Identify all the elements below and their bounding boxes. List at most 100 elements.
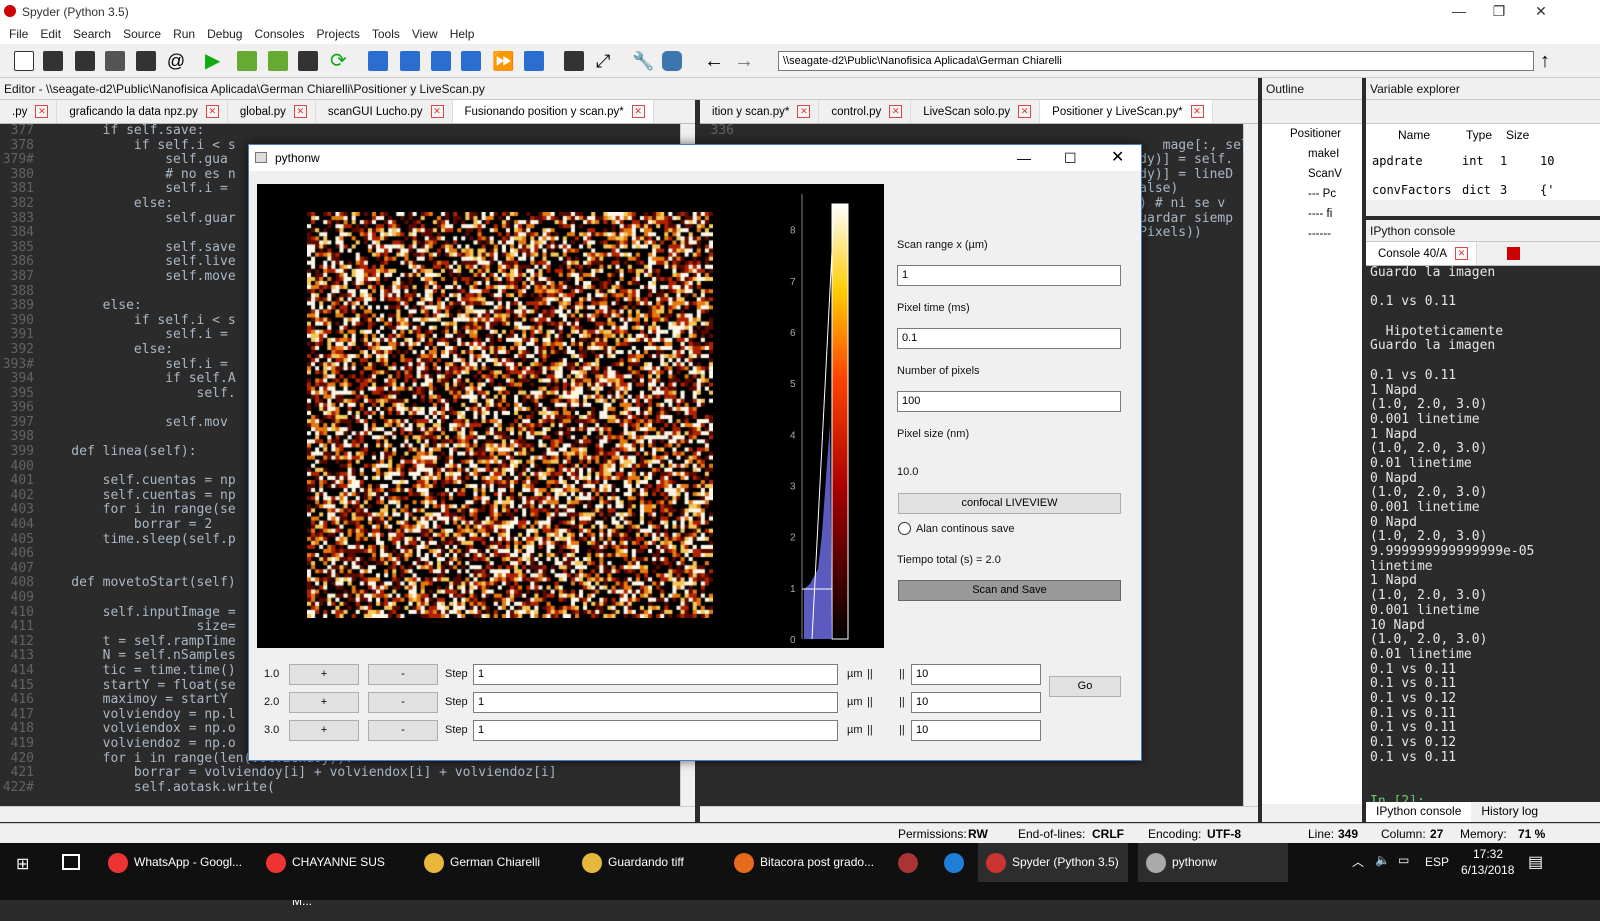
taskbar-item[interactable] (890, 843, 930, 882)
menu-help[interactable]: Help (450, 27, 475, 41)
editor-right-scrollbar[interactable] (1243, 124, 1258, 806)
network-icon[interactable]: ▭ (1398, 853, 1409, 867)
continue-icon[interactable]: ⏩ (492, 51, 514, 71)
editor-tab[interactable]: Fusionando position y scan.py* ✕ (452, 100, 654, 123)
new-file-icon[interactable] (14, 51, 34, 71)
axis-plus-button[interactable]: + (289, 720, 359, 741)
scan-and-save-button[interactable]: Scan and Save (898, 580, 1121, 601)
maximize-button[interactable]: ❐ (1476, 0, 1522, 24)
axis-plus-button[interactable]: + (289, 692, 359, 713)
close-tab-icon[interactable]: ✕ (797, 105, 811, 118)
console-output[interactable]: Guardo la imagen 0.1 vs 0.11 Hipoteticame… (1366, 266, 1600, 802)
console-tab[interactable]: Console 40/A ✕ (1366, 242, 1478, 265)
list-icon[interactable] (136, 51, 156, 71)
var-cell[interactable]: {' (1540, 183, 1554, 197)
outline-item[interactable]: ScanV (1308, 168, 1342, 180)
step-icon[interactable] (400, 51, 420, 71)
outline-item[interactable]: Positioner (1290, 128, 1341, 140)
target-position-input[interactable]: 10 (911, 720, 1041, 741)
close-button[interactable]: ✕ (1518, 0, 1564, 24)
editor-tab[interactable]: control.py ✕ (819, 100, 912, 123)
step-into-icon[interactable] (431, 51, 451, 71)
stop-console-icon[interactable] (1507, 247, 1521, 260)
target-position-input[interactable]: 10 (911, 664, 1041, 685)
clock-time[interactable]: 17:32 (1473, 847, 1503, 861)
taskbar-item[interactable]: Spyder (Python 3.5) (978, 843, 1128, 882)
taskbar-item[interactable]: CHAYANNE SUS M... (258, 843, 408, 908)
menu-tools[interactable]: Tools (372, 27, 400, 41)
run-cell-advance-icon[interactable] (268, 51, 288, 71)
taskbar-item[interactable]: Guardando tiff (574, 843, 724, 882)
run-icon[interactable]: ▶ (205, 51, 225, 71)
scan-image[interactable] (307, 212, 713, 618)
close-tab-icon[interactable]: ✕ (430, 105, 444, 118)
tray-chevron-icon[interactable]: ︿ (1352, 853, 1364, 870)
close-tab-icon[interactable]: ✕ (1190, 105, 1204, 118)
task-view-icon[interactable] (62, 854, 80, 870)
var-cell[interactable]: 3 (1500, 183, 1507, 197)
var-header[interactable]: Type (1466, 128, 1492, 142)
close-tab-icon[interactable]: ✕ (1455, 247, 1469, 260)
close-tab-icon[interactable]: ✕ (889, 105, 903, 118)
maximize-pane-icon[interactable] (564, 51, 584, 71)
step-return-icon[interactable] (461, 51, 481, 71)
at-icon[interactable]: @ (166, 51, 186, 71)
menu-search[interactable]: Search (73, 27, 111, 41)
forward-icon[interactable]: → (734, 51, 754, 71)
editor-right-hscrollbar[interactable] (700, 806, 1258, 822)
step-input[interactable]: 1 (473, 692, 838, 713)
fullscreen-icon[interactable]: ⤢ (596, 51, 616, 71)
axis-minus-button[interactable]: - (368, 692, 438, 713)
editor-tab[interactable]: global.py ✕ (228, 100, 316, 123)
editor-tab[interactable]: Positioner y LiveScan.py* ✕ (1040, 100, 1213, 123)
save-icon[interactable] (75, 51, 95, 71)
scan-range-input[interactable]: 1 (897, 265, 1121, 286)
taskbar-item[interactable]: pythonw (1138, 843, 1288, 882)
console-bottom-tab[interactable]: IPython console (1366, 802, 1472, 822)
close-tab-icon[interactable]: ✕ (1018, 105, 1032, 118)
dialog-minimize-button[interactable]: — (1017, 145, 1031, 171)
var-cell[interactable]: dict (1462, 183, 1491, 197)
menu-consoles[interactable]: Consoles (254, 27, 304, 41)
var-header[interactable]: Size (1506, 128, 1529, 142)
var-cell[interactable]: 10 (1540, 154, 1554, 168)
outline-item[interactable]: makeI (1308, 148, 1339, 160)
editor-left-hscrollbar[interactable] (0, 806, 695, 822)
language-indicator[interactable]: ESP (1425, 855, 1449, 869)
outline-item[interactable]: ---- fi (1308, 208, 1332, 220)
go-button[interactable]: Go (1049, 676, 1121, 697)
lut-gradient[interactable] (832, 204, 848, 639)
dialog-maximize-button[interactable]: ☐ (1064, 145, 1077, 171)
menu-debug[interactable]: Debug (207, 27, 242, 41)
outline-item[interactable]: ------ (1308, 228, 1331, 240)
menu-edit[interactable]: Edit (40, 27, 61, 41)
save-all-icon[interactable] (105, 51, 125, 71)
notifications-icon[interactable]: ▤ (1528, 852, 1543, 872)
menu-run[interactable]: Run (173, 27, 195, 41)
editor-tab[interactable]: .py ✕ (0, 100, 58, 123)
menu-projects[interactable]: Projects (317, 27, 360, 41)
close-tab-icon[interactable]: ✕ (631, 105, 645, 118)
menu-view[interactable]: View (412, 27, 438, 41)
close-tab-icon[interactable]: ✕ (205, 105, 219, 118)
variable-table[interactable]: Name Type Size apdrate int 1 10 convFactors dict… (1366, 124, 1600, 200)
step-input[interactable]: 1 (473, 720, 838, 741)
clock-date[interactable]: 6/13/2018 (1461, 863, 1514, 877)
var-cell[interactable]: 1 (1500, 154, 1507, 168)
preferences-icon[interactable]: 🔧 (632, 51, 654, 71)
python-path-icon[interactable] (662, 51, 682, 71)
var-cell[interactable]: int (1462, 154, 1484, 168)
run-cell-icon[interactable] (237, 51, 257, 71)
console-bottom-tab[interactable]: History log (1471, 802, 1548, 822)
taskbar-item[interactable]: WhatsApp - Googl... (100, 843, 250, 882)
taskbar-item[interactable]: Bitacora post grado... (726, 843, 876, 882)
working-directory-input[interactable]: \\seagate-d2\Public\Nanofisica Aplicada\… (778, 51, 1534, 71)
editor-tab[interactable]: ition y scan.py* ✕ (700, 100, 820, 123)
menu-file[interactable]: File (9, 27, 28, 41)
var-header[interactable]: Name (1398, 128, 1430, 142)
rerun-icon[interactable]: ⟳ (330, 51, 350, 71)
editor-tab[interactable]: LiveScan solo.py ✕ (911, 100, 1041, 123)
taskbar-item[interactable] (936, 843, 976, 882)
confocal-liveview-button[interactable]: confocal LIVEVIEW (898, 493, 1121, 514)
stop-icon[interactable] (524, 51, 544, 71)
